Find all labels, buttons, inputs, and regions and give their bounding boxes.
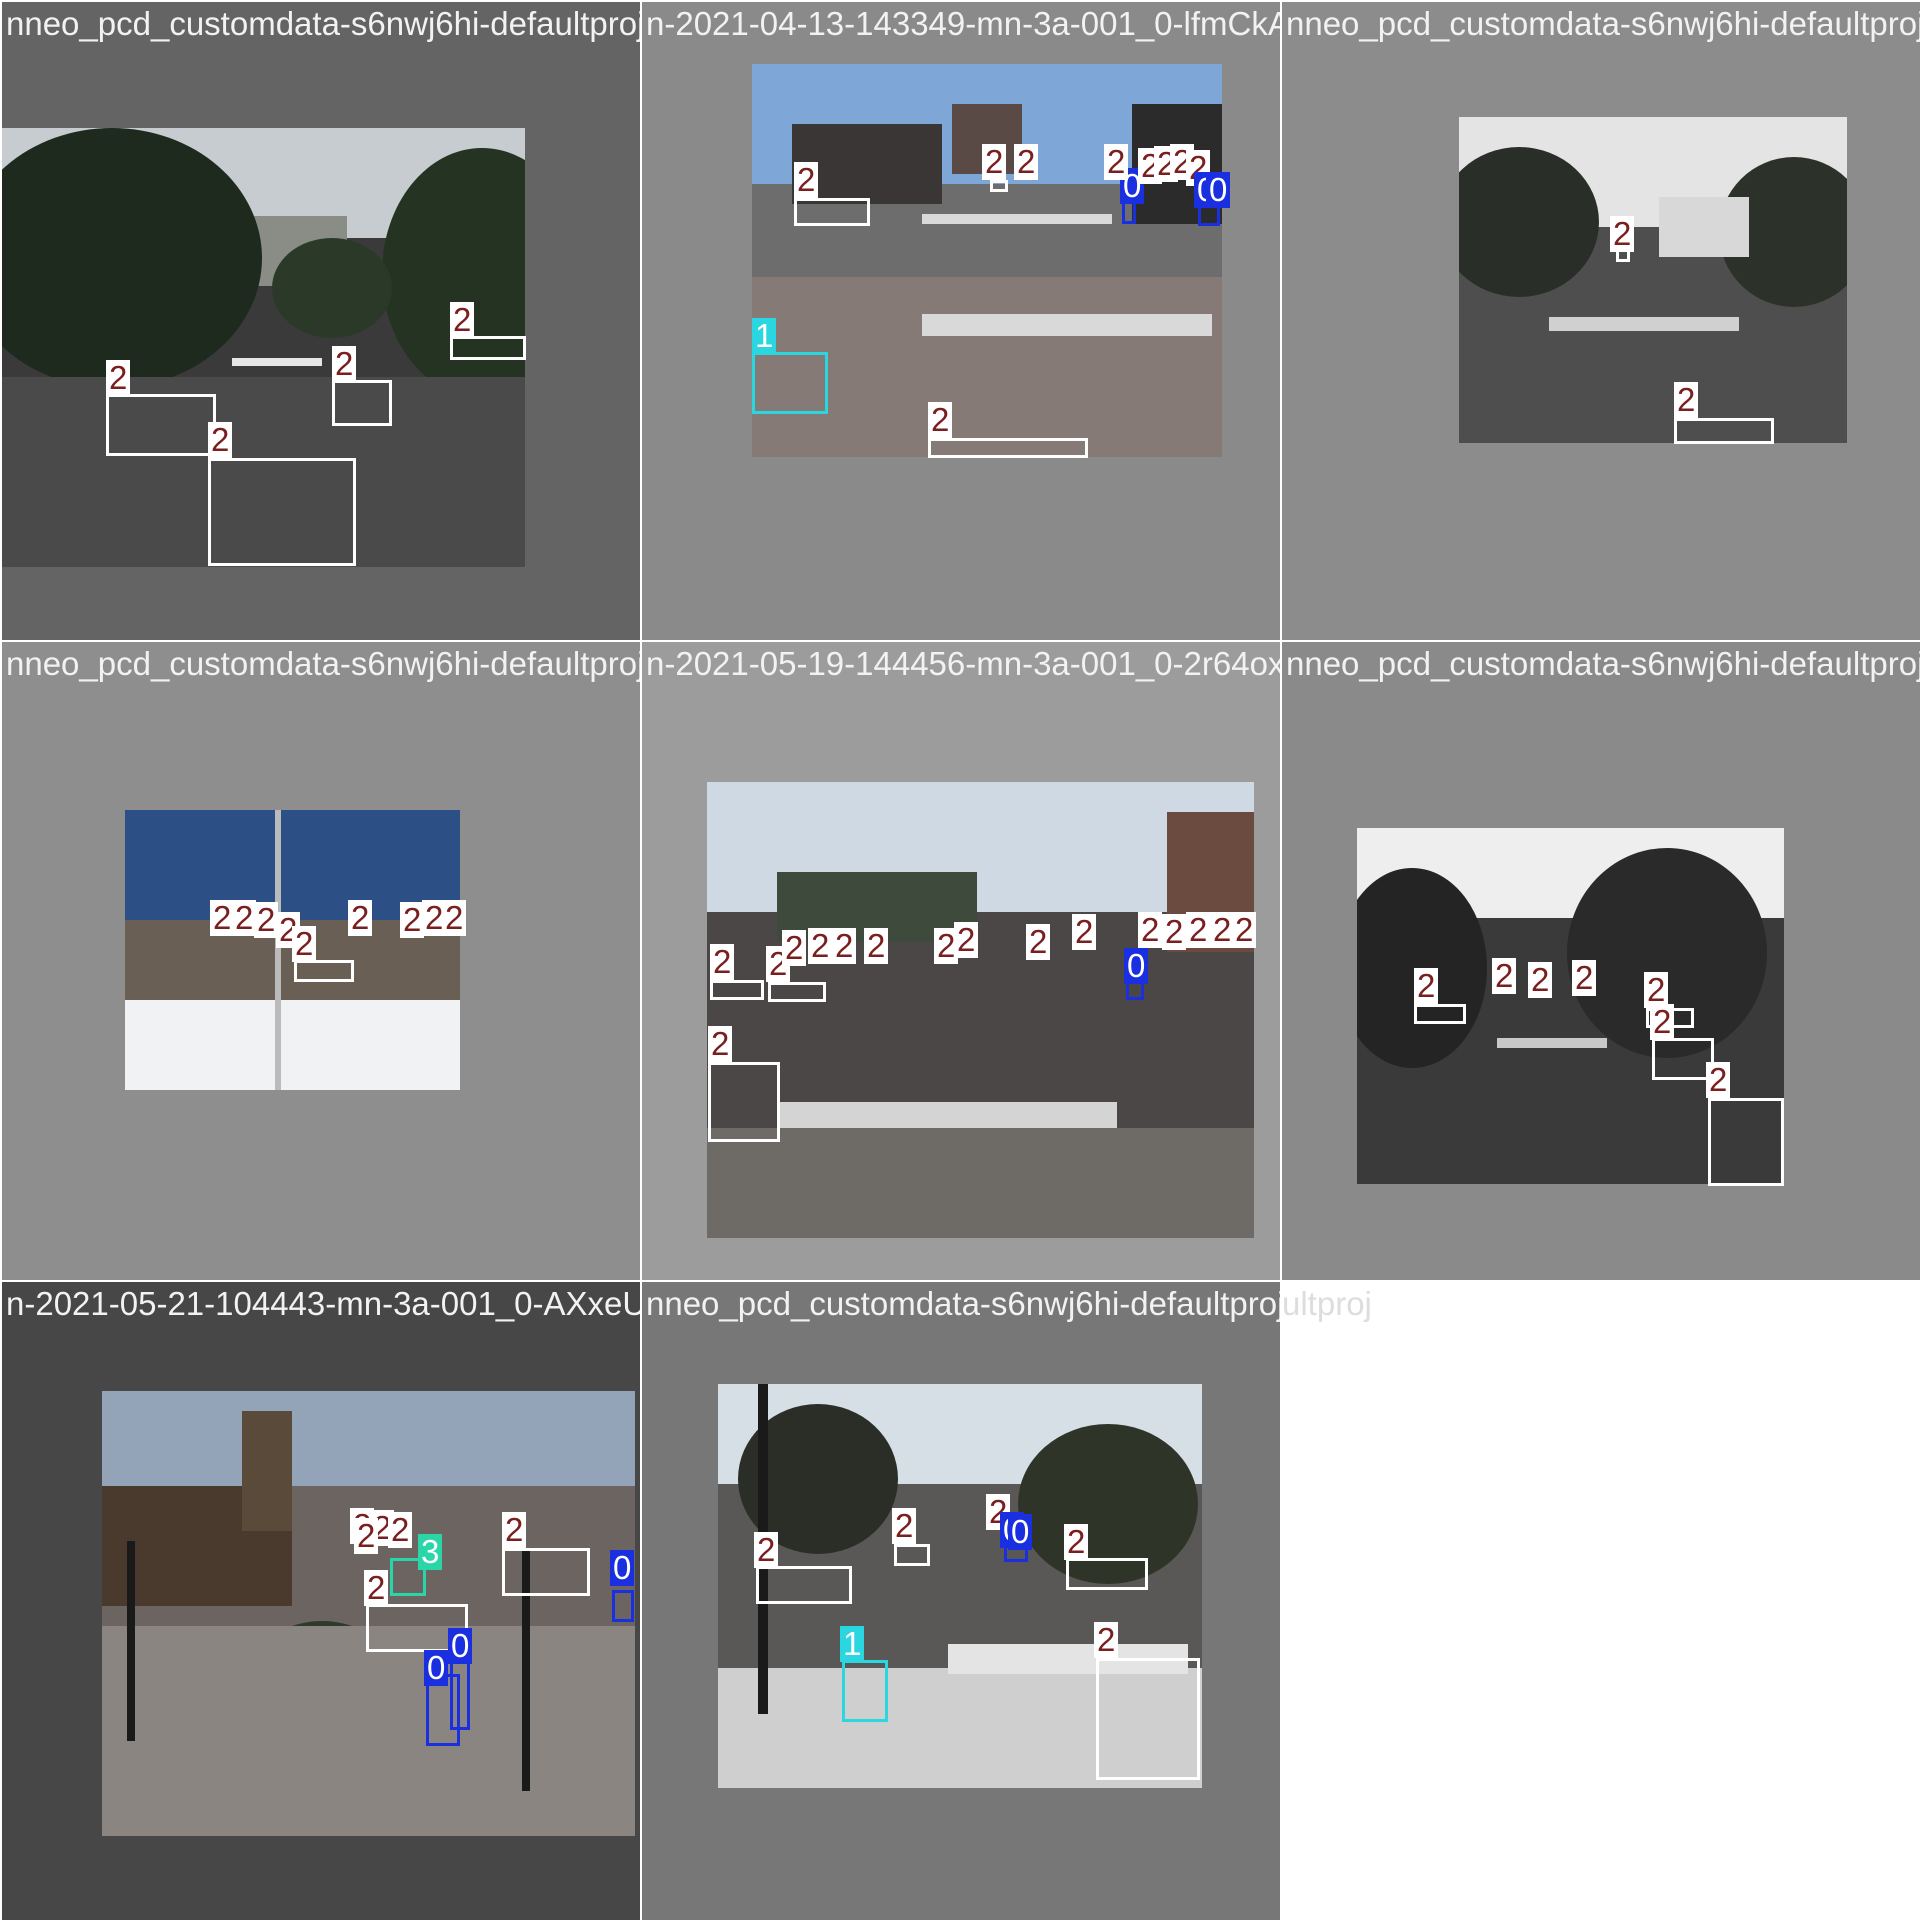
detection-label: 2 [864,928,889,964]
tile-6-title: nneo_pcd_customdata-s6nwj6hi-defaultproj [1286,645,1920,682]
detection-label: 2 [1162,914,1187,950]
detection-label: 2 [292,926,317,962]
detection-label: 2 [348,900,373,936]
detection-label: 2 [332,346,357,382]
mosaic-tile-3: nneo_pcd_customdata-s6nwj6hi-defaultproj… [1282,2,1920,640]
detection-box [1708,1098,1784,1186]
detection-label: 2 [1610,216,1635,252]
detection-label: 2 [808,928,833,964]
detection-label: 0 [1206,172,1231,208]
detection-label: 0 [610,1550,635,1586]
detection-label: 2 [892,1508,917,1544]
detection-label: 2 [1186,912,1211,948]
mosaic-tile-2: n-2021-04-13-143349-mn-3a-001_0-lfmCkANg… [642,2,1280,640]
detection-label: 2 [106,360,131,396]
mosaic-tile-6: nneo_pcd_customdata-s6nwj6hi-defaultproj… [1282,642,1920,1280]
detection-box [990,180,1008,192]
detection-box [612,1590,634,1622]
detection-label: 2 [1014,144,1039,180]
detection-label: 3 [418,1534,443,1570]
detection-box [502,1548,590,1596]
detection-label: 2 [442,900,467,936]
detection-label: 2 [502,1512,527,1548]
detection-label: 2 [1528,962,1553,998]
detection-box [1414,1004,1466,1024]
detection-label: 2 [1094,1622,1119,1658]
detection-label: 2 [364,1570,389,1606]
detection-label: 2 [1572,960,1597,996]
detection-label: 0 [448,1628,473,1664]
detection-box [794,198,870,226]
detection-label: 2 [982,144,1007,180]
detection-label: 2 [208,422,233,458]
tile-4-title: nneo_pcd_customdata-s6nwj6hi-defaultproj [6,645,640,682]
detection-box [768,982,826,1002]
tile-3-title: nneo_pcd_customdata-s6nwj6hi-defaultproj [1286,5,1920,42]
detection-label: 2 [1414,968,1439,1004]
detection-label: 2 [794,162,819,198]
detection-label: 2 [232,900,257,936]
detection-label: 2 [400,902,425,938]
detection-label: 2 [754,1532,779,1568]
detection-label: 0 [1124,948,1149,984]
detection-label: 2 [1026,924,1051,960]
mosaic-tile-5: n-2021-05-19-144456-mn-3a-001_0-2r64ox1A… [642,642,1280,1280]
detection-label: 2 [354,1518,379,1554]
detection-label: 0 [1008,1514,1033,1550]
tile-2-title: n-2021-04-13-143349-mn-3a-001_0-lfmCkANg [646,5,1280,42]
tile-3-photo [1459,117,1847,443]
detection-label: 2 [832,928,857,964]
detection-box [106,394,216,456]
detection-label: 2 [710,944,735,980]
detection-label: 2 [450,302,475,338]
detection-label: 2 [928,402,953,438]
detection-label: 2 [708,1026,733,1062]
detection-box [708,1062,780,1142]
detection-label: 2 [254,902,279,938]
detection-label: 2 [1064,1524,1089,1560]
detection-label: 2 [1674,382,1699,418]
detection-label: 2 [1210,912,1235,948]
tile-8-title-overflow: ultproj [1282,1285,1372,1322]
detection-label: 2 [1232,912,1257,948]
detection-label: 2 [1072,914,1097,950]
detection-label: 2 [954,922,979,958]
detection-box [450,336,526,360]
tile-7-title: n-2021-05-21-104443-mn-3a-001_0-AXxeUThd [6,1285,640,1322]
detection-box [710,980,764,1000]
detection-box [756,1566,852,1604]
detection-box [332,380,392,426]
detection-label: 2 [1706,1062,1731,1098]
detection-label: 1 [840,1626,865,1662]
detection-box [752,352,828,414]
detection-label: 2 [1104,144,1129,180]
mosaic-tile-8: nneo_pcd_customdata-s6nwj6hi-defaultproj… [642,1282,1280,1920]
detection-label: 2 [388,1512,413,1548]
detection-box [894,1544,930,1566]
detection-box [1674,418,1774,444]
detection-label: 2 [1650,1004,1675,1040]
mosaic-tile-7: n-2021-05-21-104443-mn-3a-001_0-AXxeUThd… [2,1282,640,1920]
detection-box [928,438,1088,458]
detection-box [1096,1658,1200,1780]
detection-label: 2 [782,930,807,966]
detection-box [1652,1038,1714,1080]
detection-label: 1 [752,318,777,354]
mosaic-tile-4: nneo_pcd_customdata-s6nwj6hi-defaultproj… [2,642,640,1280]
tile-1-title: nneo_pcd_customdata-s6nwj6hi-defaultproj [6,5,640,42]
tile-5-photo [707,782,1254,1238]
detection-box [842,1660,888,1722]
detection-label: 2 [1138,912,1163,948]
tile-5-title: n-2021-05-19-144456-mn-3a-001_0-2r64ox1A [646,645,1280,682]
detection-box [208,458,356,566]
tile-8-title: nneo_pcd_customdata-s6nwj6hi-defaultproj [646,1285,1280,1322]
mosaic-tile-1: nneo_pcd_customdata-s6nwj6hi-defaultproj… [2,2,640,640]
detection-box [1066,1558,1148,1590]
detection-label: 0 [424,1650,449,1686]
detection-label: 2 [210,900,235,936]
detection-box [294,960,354,982]
detection-label: 2 [1492,958,1517,994]
